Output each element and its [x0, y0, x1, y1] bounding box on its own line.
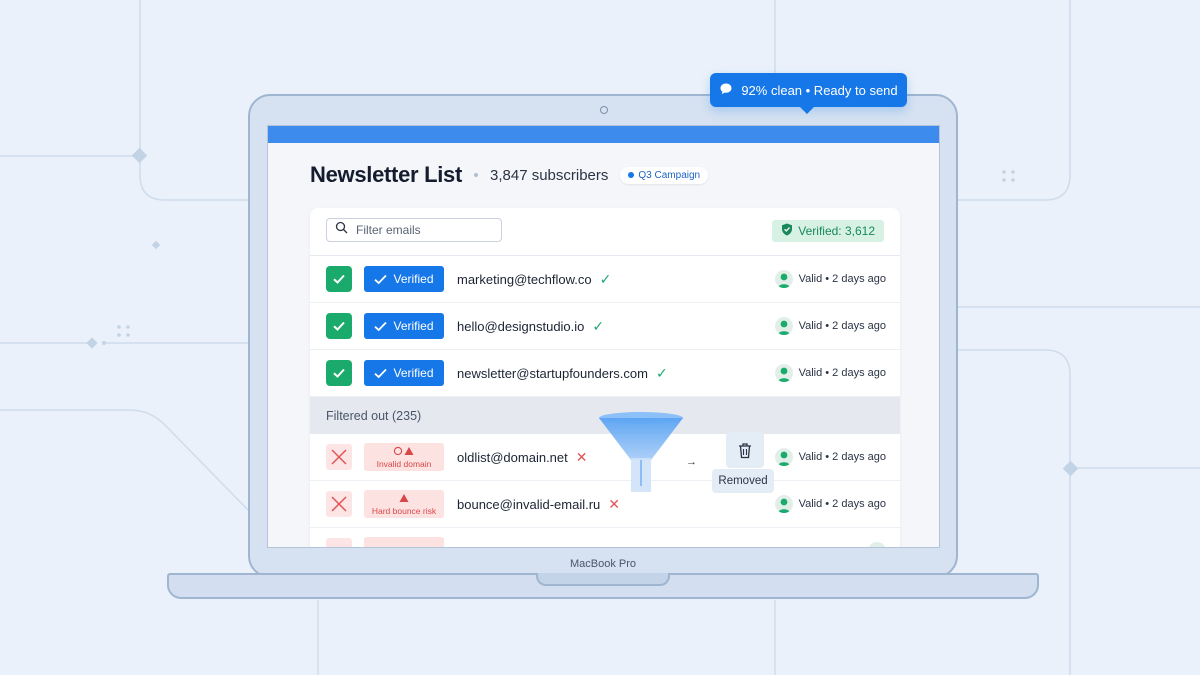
email-text: hello@designstudio.io: [457, 318, 585, 334]
status-label: Invalid domain: [376, 458, 432, 469]
validity-status: Valid • 2 days ago: [774, 364, 886, 382]
laptop: Newsletter List 3,847 subscribers Q3 Cam…: [248, 94, 958, 578]
email-address: newsletter@startupfounders.com ✓: [457, 365, 668, 382]
laptop-base: [167, 573, 1039, 599]
app-top-bar: [268, 126, 939, 143]
table-row[interactable]: Verified hello@designstudio.io ✓ Valid •…: [310, 303, 900, 350]
close-icon: [331, 496, 347, 512]
removed-label: Removed: [712, 469, 774, 493]
page-header: Newsletter List 3,847 subscribers Q3 Cam…: [310, 162, 709, 188]
verified-count: Verified: 3,612: [798, 224, 875, 238]
validity-status: Valid • 2 days ago: [774, 495, 886, 513]
page-title: Newsletter List: [310, 162, 462, 187]
tooltip-text: 92% clean • Ready to send: [741, 82, 898, 98]
search-icon: [335, 221, 348, 239]
subscriber-count: 3,847 subscribers: [490, 166, 609, 184]
verified-status-button[interactable]: Verified: [364, 313, 444, 339]
status-label: Verified: [393, 272, 434, 286]
check-icon: [333, 368, 345, 378]
check-icon: [374, 321, 388, 331]
user-avatar-icon: [774, 495, 793, 513]
email-text: newsletter@startupfounders.com: [457, 365, 648, 381]
validity-text: Valid • 2 days ago: [798, 273, 886, 285]
row-reject-marker[interactable]: [326, 491, 352, 517]
check-icon: [374, 274, 388, 284]
validity-status: Valid • 2 days ago: [774, 270, 886, 288]
check-icon: [333, 321, 345, 331]
email-address: bounce@invalid-email.ru ✕: [457, 496, 620, 513]
user-avatar-icon: [868, 542, 886, 547]
email-address: oldlist@domain.net ✕: [457, 449, 588, 466]
validity-text: Valid • 2 days ago: [798, 498, 886, 510]
subscriber-table: Verified: 3,612 Verified marketing@techf…: [310, 208, 900, 547]
campaign-label: Q3 Campaign: [638, 169, 701, 181]
shield-check-icon: [781, 223, 793, 239]
status-label: Verified: [393, 319, 434, 333]
laptop-notch: [536, 573, 670, 586]
filtered-section-label: Filtered out (235): [326, 408, 422, 423]
email-text: marketing@techflow.co: [457, 271, 592, 287]
warning-icon: [399, 493, 409, 505]
table-row[interactable]: Verified newsletter@startupfounders.com …: [310, 350, 900, 397]
email-address: hello@designstudio.io ✓: [457, 318, 604, 335]
status-badge: [364, 537, 444, 547]
table-toolbar: Verified: 3,612: [310, 208, 900, 256]
user-avatar-icon: [774, 364, 793, 382]
check-icon: [374, 368, 388, 378]
device-label: MacBook Pro: [569, 558, 637, 570]
invalid-status-badge: Invalid domain: [364, 443, 444, 471]
camera-icon: [600, 106, 608, 114]
check-icon: [333, 274, 345, 284]
app-screen: Newsletter List 3,847 subscribers Q3 Cam…: [267, 125, 940, 548]
verified-status-button[interactable]: Verified: [364, 266, 444, 292]
table-row-partial[interactable]: [310, 528, 900, 547]
user-avatar-icon: [774, 317, 793, 335]
separator-dot: [474, 173, 478, 177]
check-icon: ✓: [592, 317, 605, 334]
campaign-badge[interactable]: Q3 Campaign: [620, 166, 709, 184]
user-avatar-icon: [774, 270, 793, 288]
filter-funnel-icon: [599, 412, 683, 492]
bounce-status-badge: Hard bounce risk: [364, 490, 444, 518]
status-label: Verified: [393, 366, 434, 380]
verified-count-badge: Verified: 3,612: [772, 220, 884, 242]
row-checkbox[interactable]: [326, 360, 352, 386]
row-checkbox[interactable]: [326, 313, 352, 339]
clean-status-tooltip: 92% clean • Ready to send: [710, 73, 907, 114]
email-address: marketing@techflow.co ✓: [457, 271, 611, 288]
row-checkbox[interactable]: [326, 266, 352, 292]
validity-text: Valid • 2 days ago: [798, 367, 886, 379]
check-icon: ✓: [599, 270, 612, 287]
validity-status: [868, 542, 886, 547]
campaign-dot-icon: [628, 172, 635, 178]
close-icon: [331, 449, 347, 465]
table-row[interactable]: Verified marketing@techflow.co ✓ Valid •…: [310, 256, 900, 303]
check-icon: ✓: [655, 364, 668, 381]
row-reject-marker[interactable]: [326, 444, 352, 470]
row-reject-marker[interactable]: [326, 538, 352, 547]
search-input[interactable]: [354, 222, 498, 238]
chat-icon: [719, 82, 733, 99]
user-avatar-icon: [774, 448, 793, 466]
email-text: oldlist@domain.net: [457, 449, 568, 465]
validity-status: Valid • 2 days ago: [774, 448, 886, 466]
arrow-right-icon: →: [686, 456, 697, 468]
x-icon: ✕: [575, 448, 588, 465]
verified-status-button[interactable]: Verified: [364, 360, 444, 386]
validity-status: Valid • 2 days ago: [774, 317, 886, 335]
warning-icon: [393, 446, 415, 458]
email-text: bounce@invalid-email.ru: [457, 496, 601, 512]
x-icon: ✕: [608, 495, 621, 512]
validity-text: Valid • 2 days ago: [798, 320, 886, 332]
trash-icon[interactable]: [726, 432, 764, 468]
status-label: Hard bounce risk: [371, 505, 437, 516]
search-field[interactable]: [326, 218, 502, 242]
validity-text: Valid • 2 days ago: [798, 451, 886, 463]
